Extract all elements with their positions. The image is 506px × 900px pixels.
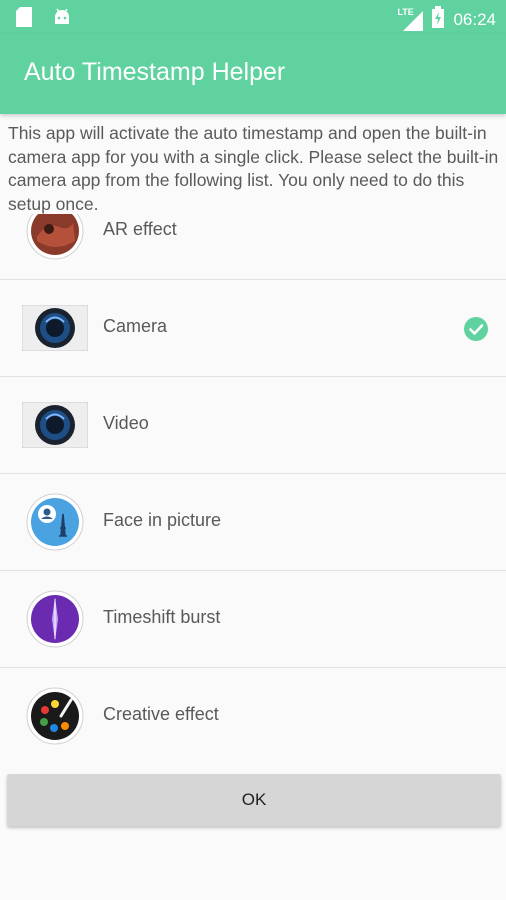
app-bar: Auto Timestamp Helper — [0, 34, 506, 114]
camera-app-icon — [22, 298, 88, 358]
intro-text: This app will activate the auto timestam… — [8, 123, 499, 214]
list-item-video[interactable]: Video — [0, 377, 506, 474]
status-bar: LTE 06:24 — [0, 0, 506, 34]
clock: 06:24 — [453, 9, 496, 29]
selected-check-icon — [464, 317, 488, 341]
list-item-camera[interactable]: Camera — [0, 280, 506, 377]
signal-icon: LTE — [397, 7, 424, 31]
list-item-ar-effect[interactable]: AR effect — [0, 214, 506, 280]
list-item-label: AR effect — [103, 219, 177, 239]
battery-icon — [431, 6, 445, 33]
list-item-face-in-picture[interactable]: Face in picture — [0, 474, 506, 571]
android-icon — [52, 7, 72, 32]
creative-effect-icon — [22, 686, 88, 746]
list-item-label: Video — [103, 413, 149, 433]
list-item-label: Creative effect — [103, 704, 219, 724]
list-item-label: Timeshift burst — [103, 607, 221, 627]
ok-button[interactable]: OK — [7, 774, 501, 826]
app-title: Auto Timestamp Helper — [24, 58, 286, 86]
list-item-timeshift-burst[interactable]: Timeshift burst — [0, 571, 506, 668]
list-item-creative-effect[interactable]: Creative effect — [0, 668, 506, 756]
face-in-picture-icon — [22, 492, 88, 552]
network-type: LTE — [397, 6, 414, 17]
video-app-icon — [22, 395, 88, 455]
ar-effect-icon — [22, 214, 88, 261]
list-item-label: Face in picture — [103, 510, 222, 530]
camera-app-list[interactable]: AR effect Camera Video Face in picture T… — [0, 214, 506, 756]
timeshift-burst-icon — [22, 589, 88, 649]
list-item-label: Camera — [103, 316, 168, 336]
sd-card-icon — [16, 7, 32, 32]
